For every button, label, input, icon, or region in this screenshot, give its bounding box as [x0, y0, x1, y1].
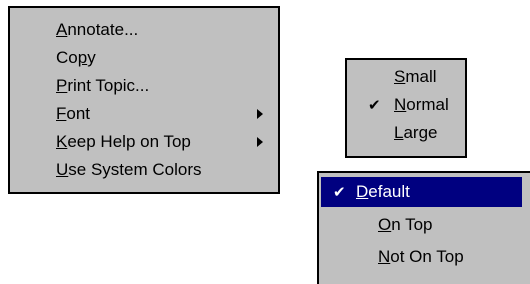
- menu-item-default[interactable]: ✔ Default: [321, 177, 522, 207]
- menu-item-label: On Top: [378, 215, 433, 234]
- keep-on-top-submenu: ✔ Default On Top Not On Top: [317, 171, 530, 284]
- menu-item-label: Normal: [394, 95, 449, 114]
- menu-item-keep-help-on-top[interactable]: Keep Help on Top: [10, 128, 278, 156]
- menu-item-label: Not On Top: [378, 247, 464, 266]
- menu-item-label: Print Topic...: [56, 76, 150, 95]
- menu-item-label: Large: [394, 123, 438, 142]
- menu-item-font[interactable]: Font: [10, 100, 278, 128]
- menu-item-small[interactable]: Small: [347, 63, 465, 91]
- menu-item-annotate[interactable]: Annotate...: [10, 16, 278, 44]
- menu-item-print-topic[interactable]: Print Topic...: [10, 72, 278, 100]
- check-icon: ✔: [333, 184, 346, 201]
- menu-item-label: Font: [56, 104, 91, 123]
- submenu-arrow-icon: [257, 137, 263, 147]
- menu-item-label: Copy: [56, 48, 96, 67]
- menu-item-copy[interactable]: Copy: [10, 44, 278, 72]
- menu-item-label: Annotate...: [56, 20, 139, 39]
- help-context-menu: Annotate... Copy Print Topic... Font Kee…: [8, 6, 280, 194]
- font-submenu: Small ✔ Normal Large: [345, 58, 467, 158]
- menu-item-label: Keep Help on Top: [56, 132, 191, 151]
- menu-item-large[interactable]: Large: [347, 119, 465, 147]
- menu-item-use-system-colors[interactable]: Use System Colors: [10, 156, 278, 184]
- menu-item-label: Default: [356, 182, 410, 201]
- menu-item-on-top[interactable]: On Top: [319, 210, 530, 240]
- menu-item-not-on-top[interactable]: Not On Top: [319, 242, 530, 272]
- menu-item-normal[interactable]: ✔ Normal: [347, 91, 465, 119]
- menu-item-label: Use System Colors: [56, 160, 202, 179]
- submenu-arrow-icon: [257, 109, 263, 119]
- menu-item-label: Small: [394, 67, 437, 86]
- check-icon: ✔: [368, 97, 381, 114]
